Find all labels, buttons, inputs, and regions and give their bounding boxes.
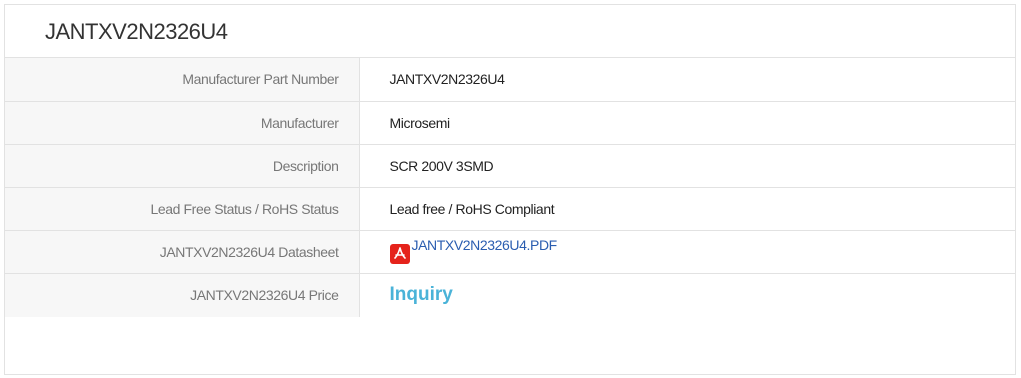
table-row: Lead Free Status / RoHS Status Lead free… [5,187,1015,231]
table-row: JANTXV2N2326U4 Datasheet JANTXV2N2326U4.… [5,230,1015,274]
table-row: Description SCR 200V 3SMD [5,144,1015,188]
datasheet-cell: JANTXV2N2326U4.PDF [359,230,1015,274]
row-label: Lead Free Status / RoHS Status [5,187,360,231]
row-label: JANTXV2N2326U4 Price [5,273,360,317]
rohs-status-value: Lead free / RoHS Compliant [359,187,1015,231]
description-value: SCR 200V 3SMD [359,144,1015,188]
datasheet-link[interactable]: JANTXV2N2326U4.PDF [389,236,558,264]
row-label: Manufacturer [5,101,360,145]
table-row: Manufacturer Part Number JANTXV2N2326U4 [5,58,1015,102]
part-number-value: JANTXV2N2326U4 [359,58,1015,102]
product-info-panel: JANTXV2N2326U4 Manufacturer Part Number … [4,4,1016,375]
row-label: JANTXV2N2326U4 Datasheet [5,230,360,274]
pdf-icon [389,244,410,264]
row-label: Description [5,144,360,188]
product-title: JANTXV2N2326U4 [5,5,1015,58]
table-row: JANTXV2N2326U4 Price Inquiry [5,273,1015,317]
manufacturer-value: Microsemi [359,101,1015,145]
row-label: Manufacturer Part Number [5,58,360,102]
datasheet-link-label: JANTXV2N2326U4.PDF [411,237,558,253]
price-cell: Inquiry [359,273,1015,317]
inquiry-link[interactable]: Inquiry [390,284,453,305]
table-row: Manufacturer Microsemi [5,101,1015,145]
product-spec-table: Manufacturer Part Number JANTXV2N2326U4 … [5,58,1015,317]
